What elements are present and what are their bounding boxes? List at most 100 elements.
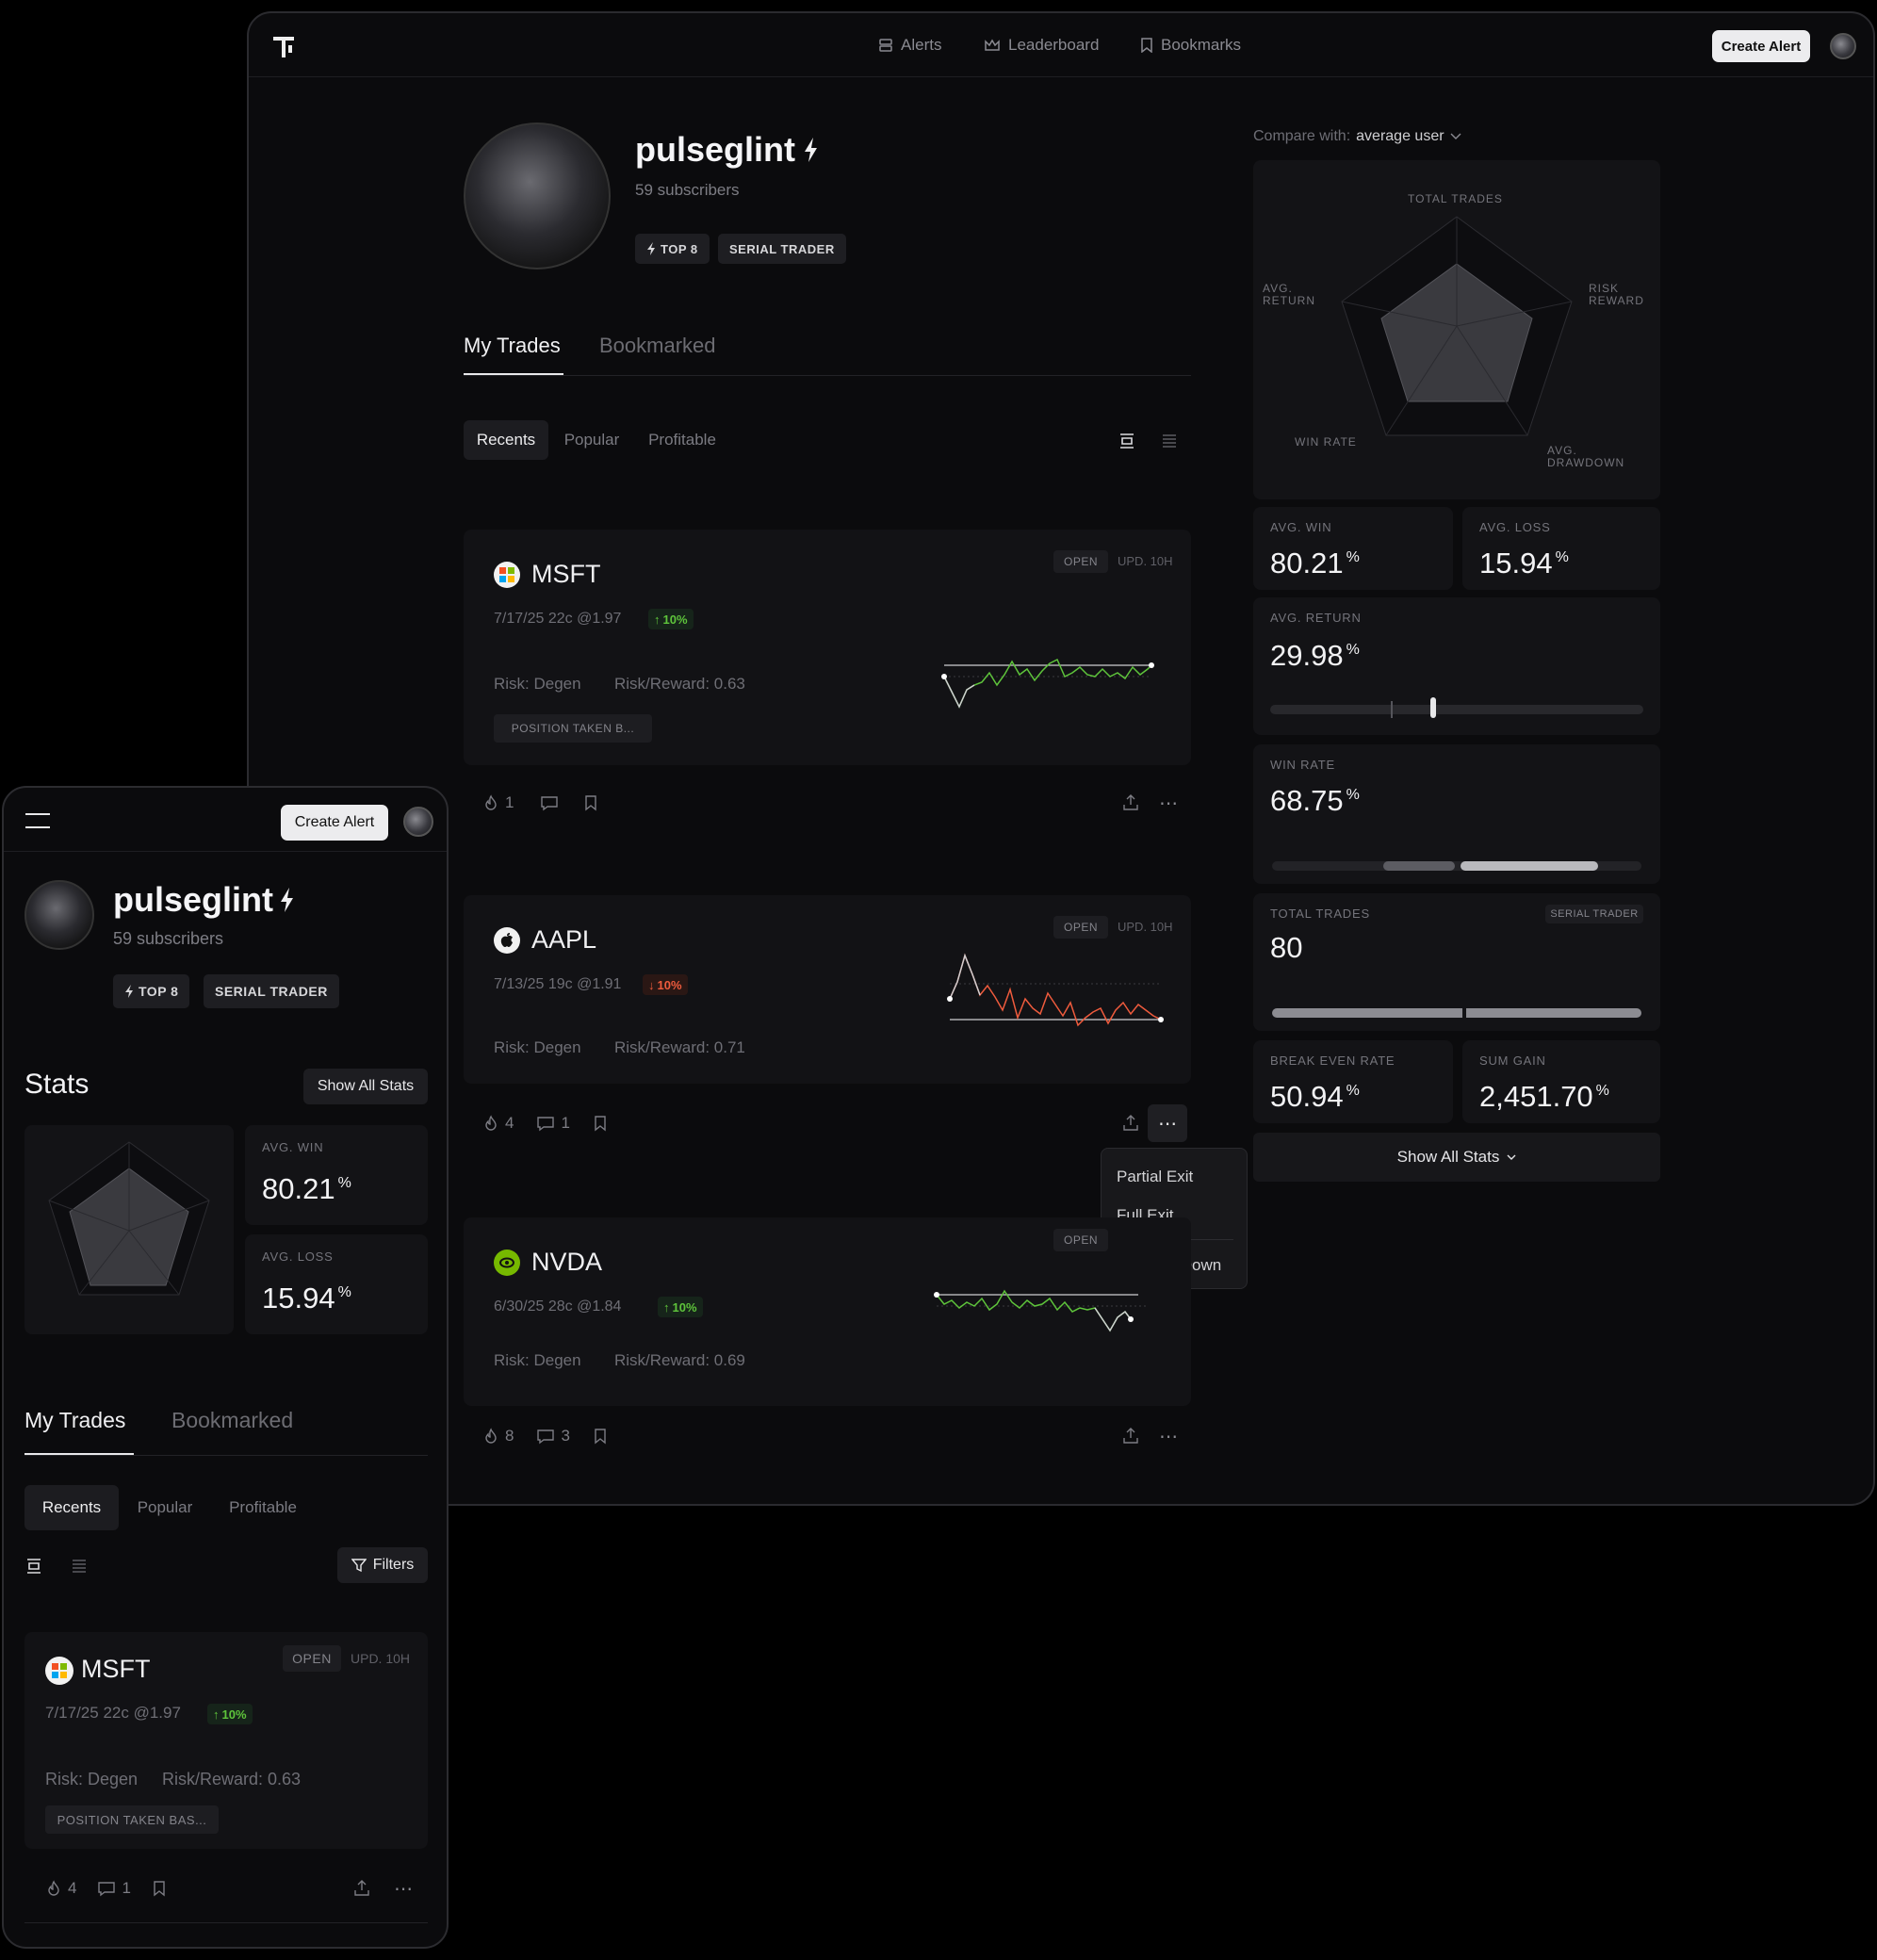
trade-card-msft[interactable]: MSFT OPEN UPD. 10H 7/17/25 22c @1.97 ↑ 10… (464, 530, 1191, 765)
position-note[interactable]: POSITION TAKEN BAS... (45, 1805, 219, 1834)
user-avatar[interactable] (1830, 33, 1856, 59)
stat-avg-return: AVG. RETURN 29.98% (1253, 597, 1660, 735)
trade-actions-msft: 1 (482, 793, 598, 812)
filters-button[interactable]: Filters (337, 1547, 428, 1583)
bookmark-icon[interactable] (593, 1428, 608, 1445)
filter-recents[interactable]: Recents (464, 420, 548, 460)
updated-label: UPD. 10H (1118, 920, 1173, 934)
trade-meta: 7/17/25 22c @1.97 (494, 611, 622, 627)
risk-reward-label: Risk/Reward: 0.63 (162, 1770, 302, 1788)
more-icon[interactable]: ⋯ (394, 1877, 413, 1901)
trades-bar-1 (1272, 1008, 1462, 1018)
trade-actions-msft: 4 1 (45, 1879, 167, 1898)
alerts-icon (879, 39, 892, 52)
top-nav: Alerts Leaderboard Bookmarks Create Aler… (249, 13, 1873, 77)
share-icon[interactable] (1121, 793, 1140, 812)
fire-icon[interactable] (482, 1115, 499, 1132)
more-icon[interactable]: ⋯ (1159, 1425, 1178, 1448)
change-badge: ↑ 10% (648, 609, 694, 629)
comment-icon[interactable] (536, 1428, 555, 1445)
ticker: MSFT (81, 1655, 151, 1683)
logo-icon[interactable] (271, 36, 300, 60)
create-alert-button[interactable]: Create Alert (281, 805, 388, 841)
more-icon[interactable]: ⋯ (1148, 1104, 1187, 1142)
radar-label-avg-return: AVG. RETURN (1263, 282, 1315, 307)
risk-reward-label: Risk/Reward: 0.69 (614, 1351, 745, 1369)
filter-popular[interactable]: Popular (554, 420, 629, 460)
share-icon[interactable] (352, 1879, 371, 1898)
filter-popular[interactable]: Popular (126, 1485, 204, 1530)
filter-icon (351, 1559, 367, 1573)
risk-label: Risk: Degen (494, 1038, 581, 1056)
tab-my-trades[interactable]: My Trades (24, 1408, 125, 1433)
position-note[interactable]: POSITION TAKEN B... (494, 714, 652, 743)
trade-card-nvda[interactable]: NVDA OPEN 6/30/25 28c @1.84 ↑ 10% Risk: D… (464, 1217, 1191, 1406)
bookmark-icon[interactable] (593, 1115, 608, 1132)
radar-chart (48, 1141, 210, 1296)
radar-label-risk-reward: RISK REWARD (1589, 282, 1644, 307)
tab-bookmarked[interactable]: Bookmarked (599, 334, 716, 358)
trade-meta: 7/17/25 22c @1.97 (45, 1704, 181, 1722)
compare-select[interactable]: Compare with: average user (1253, 128, 1461, 145)
filter-profitable[interactable]: Profitable (213, 1485, 313, 1530)
share-icon[interactable] (1121, 1114, 1140, 1133)
tabs-divider (24, 1455, 428, 1456)
trade-card-msft[interactable]: MSFT OPEN UPD. 10H 7/17/25 22c @1.97 ↑ 10… (24, 1632, 428, 1849)
card-view-icon[interactable] (24, 1557, 43, 1576)
msft-logo-icon (45, 1657, 73, 1685)
stat-avg-loss: AVG. LOSS 15.94% (1462, 507, 1660, 590)
radar-label-win-rate: WIN RATE (1295, 435, 1357, 449)
trade-card-aapl[interactable]: AAPL OPEN UPD. 10H 7/13/25 19c @1.91 ↓ 10… (464, 895, 1191, 1084)
show-all-stats-button[interactable]: Show All Stats (1253, 1133, 1660, 1182)
bookmark-icon[interactable] (152, 1880, 167, 1897)
fire-icon[interactable] (482, 1428, 499, 1445)
stats-title: Stats (24, 1069, 90, 1100)
fire-icon[interactable] (482, 794, 499, 811)
nav-alerts[interactable]: Alerts (878, 36, 941, 55)
trades-bar-2 (1466, 1008, 1641, 1018)
tab-my-trades[interactable]: My Trades (464, 334, 561, 358)
nav-leaderboard[interactable]: Leaderboard (984, 36, 1099, 55)
filter-recents[interactable]: Recents (24, 1485, 119, 1530)
share-icon[interactable] (1121, 1427, 1140, 1446)
badge-top8: TOP 8 (635, 234, 710, 264)
more-icon[interactable]: ⋯ (1159, 792, 1178, 815)
card-view-icon[interactable] (1118, 432, 1136, 450)
arrow-up-icon: ↑ (663, 1299, 670, 1315)
profile-username-row: pulseglint (635, 130, 820, 170)
profile-avatar (464, 122, 611, 270)
comment-icon[interactable] (540, 794, 559, 811)
win-rate-bar-avg (1383, 861, 1455, 871)
hamburger-menu-icon[interactable] (24, 812, 51, 829)
ticker: MSFT (531, 560, 601, 588)
profile-avatar (24, 880, 94, 950)
list-view-icon[interactable] (70, 1557, 89, 1576)
user-avatar[interactable] (403, 807, 433, 837)
status-badge: OPEN (1053, 1229, 1108, 1251)
status-badge: OPEN (1053, 916, 1108, 939)
fire-icon[interactable] (45, 1880, 62, 1897)
chevron-down-icon (1450, 133, 1461, 139)
tab-bookmarked[interactable]: Bookmarked (171, 1408, 293, 1433)
comment-icon[interactable] (97, 1880, 116, 1897)
create-alert-button[interactable]: Create Alert (1712, 30, 1810, 62)
show-all-stats-button[interactable]: Show All Stats (303, 1069, 428, 1104)
mobile-window: Create Alert pulseglint 59 subscribers T… (2, 786, 449, 1949)
updated-label: UPD. 10H (351, 1651, 411, 1666)
list-view-icon[interactable] (1160, 432, 1179, 450)
bookmark-icon[interactable] (583, 794, 598, 811)
ticker: AAPL (531, 925, 597, 954)
arrow-up-icon: ↑ (654, 612, 661, 627)
trade-actions-aapl: 4 1 (482, 1114, 608, 1133)
menu-partial-exit[interactable]: Partial Exit (1117, 1168, 1193, 1186)
radar-chart-card: TOTAL TRADES AVG. RETURN RISK REWARD WIN R… (1253, 160, 1660, 499)
radar-label-avg-drawdown: AVG. DRAWDOWN (1547, 444, 1625, 469)
comment-icon[interactable] (536, 1115, 555, 1132)
filter-profitable[interactable]: Profitable (635, 420, 729, 460)
radar-label-total-trades: TOTAL TRADES (1408, 192, 1503, 205)
lightning-icon (281, 888, 293, 912)
badge-serial-trader: SERIAL TRADER (204, 974, 339, 1008)
updated-label: UPD. 10H (1118, 554, 1173, 568)
trade-meta: 7/13/25 19c @1.91 (494, 976, 622, 992)
nav-bookmarks[interactable]: Bookmarks (1140, 36, 1241, 55)
